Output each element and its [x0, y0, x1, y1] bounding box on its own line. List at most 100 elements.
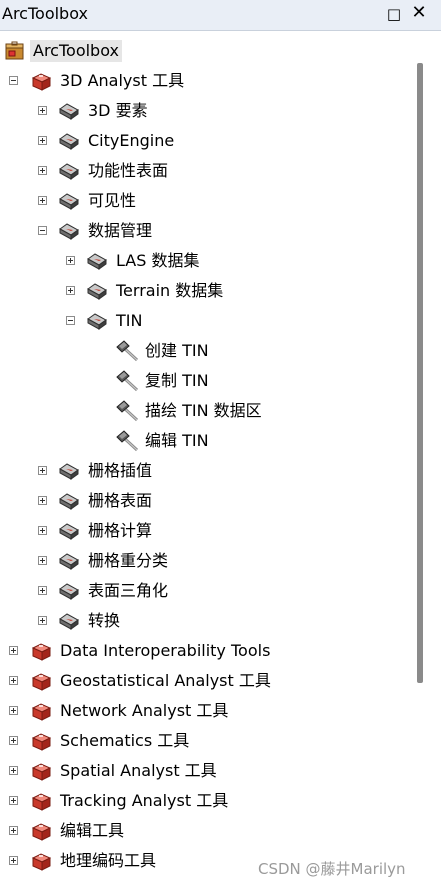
tree-item-raster-surface[interactable]: 栅格表面: [0, 487, 420, 515]
toolbox-red-icon: [30, 821, 52, 841]
tree-item-label: 创建 TIN: [145, 341, 209, 360]
hammer-icon: [115, 340, 141, 362]
toolbox-red-icon: [30, 71, 52, 91]
expand-plus-icon[interactable]: [9, 796, 18, 805]
expand-plus-icon[interactable]: [9, 706, 18, 715]
toolset-icon: [58, 101, 80, 121]
hammer-icon: [115, 370, 141, 392]
toolbox-red-icon: [30, 671, 52, 691]
tree-item-label: 可见性: [88, 191, 137, 210]
tree-item-label: 编辑 TIN: [145, 431, 209, 450]
collapse-minus-icon[interactable]: [66, 316, 75, 325]
tree-item-root[interactable]: ArcToolbox: [0, 37, 420, 65]
tree-item-label: ArcToolbox: [30, 40, 122, 62]
toolbox-root-icon: [4, 41, 26, 61]
close-button[interactable]: ✕: [410, 3, 428, 23]
expand-plus-icon[interactable]: [38, 556, 47, 565]
tree-item-label: 栅格重分类: [88, 551, 169, 570]
tree-item-tin[interactable]: TIN: [0, 307, 420, 335]
expand-plus-icon[interactable]: [9, 736, 18, 745]
tree-item-label: 转换: [88, 611, 121, 630]
tree-item-conversion[interactable]: 转换: [0, 607, 420, 635]
toolbox-red-icon: [30, 851, 52, 871]
tree-item-label: 表面三角化: [88, 581, 169, 600]
toolbox-red-icon: [30, 731, 52, 751]
tree-item-data-interoperability[interactable]: Data Interoperability Tools: [0, 637, 420, 665]
expand-plus-icon[interactable]: [38, 466, 47, 475]
tree-item-label: 功能性表面: [88, 161, 169, 180]
toolset-icon: [58, 551, 80, 571]
tree-item-label: Schematics 工具: [60, 731, 190, 750]
expand-plus-icon[interactable]: [38, 616, 47, 625]
expand-plus-icon[interactable]: [9, 646, 18, 655]
watermark: CSDN @藤井Marilyn: [258, 860, 406, 878]
expand-plus-icon[interactable]: [38, 586, 47, 595]
tree-item-terrain-dataset[interactable]: Terrain 数据集: [0, 277, 420, 305]
toolset-icon: [86, 251, 108, 271]
collapse-minus-icon[interactable]: [9, 76, 18, 85]
scrollbar-thumb[interactable]: [417, 63, 423, 683]
vertical-scrollbar[interactable]: [424, 32, 441, 889]
tree-item-3d-analyst[interactable]: 3D Analyst 工具: [0, 67, 420, 95]
tree-item-visibility[interactable]: 可见性: [0, 187, 420, 215]
tree-item-network-analyst[interactable]: Network Analyst 工具: [0, 697, 420, 725]
tree-item-surface-triangulation[interactable]: 表面三角化: [0, 577, 420, 605]
expand-plus-icon[interactable]: [38, 166, 47, 175]
expand-plus-icon[interactable]: [66, 256, 75, 265]
tree-item-geostatistical-analyst[interactable]: Geostatistical Analyst 工具: [0, 667, 420, 695]
expand-plus-icon[interactable]: [9, 826, 18, 835]
expand-plus-icon[interactable]: [38, 496, 47, 505]
tree-item-label: Spatial Analyst 工具: [60, 761, 217, 780]
tree-item-schematics[interactable]: Schematics 工具: [0, 727, 420, 755]
tree-item-label: LAS 数据集: [116, 251, 200, 270]
collapse-minus-icon[interactable]: [38, 226, 47, 235]
tree-item-3d-features[interactable]: 3D 要素: [0, 97, 420, 125]
expand-plus-icon[interactable]: [38, 196, 47, 205]
expand-plus-icon[interactable]: [38, 106, 47, 115]
toolset-icon: [58, 461, 80, 481]
tree-item-cityengine[interactable]: CityEngine: [0, 127, 420, 155]
tree-item-delineate-tin-data-area[interactable]: 描绘 TIN 数据区: [0, 397, 420, 425]
toolbox-red-icon: [30, 701, 52, 721]
tree-item-raster-interpolation[interactable]: 栅格插值: [0, 457, 420, 485]
toolset-icon: [86, 311, 108, 331]
expand-plus-icon[interactable]: [9, 856, 18, 865]
toolbox-tree: ArcToolbox 3D Analyst 工具 3D 要素 CityEngine 功能…: [0, 32, 424, 889]
tree-item-label: 地理编码工具: [60, 851, 157, 870]
tree-item-create-tin[interactable]: 创建 TIN: [0, 337, 420, 365]
toolset-icon: [58, 491, 80, 511]
toolset-icon: [58, 221, 80, 241]
tree-item-data-management[interactable]: 数据管理: [0, 217, 420, 245]
tree-item-label: 3D 要素: [88, 101, 148, 120]
tree-item-raster-reclass[interactable]: 栅格重分类: [0, 547, 420, 575]
tree-item-label: Tracking Analyst 工具: [60, 791, 229, 810]
tree-item-label: 数据管理: [88, 221, 153, 240]
tree-item-label: 栅格插值: [88, 461, 153, 480]
tree-item-label: 复制 TIN: [145, 371, 209, 390]
expand-plus-icon[interactable]: [9, 766, 18, 775]
tree-item-editing-tools[interactable]: 编辑工具: [0, 817, 420, 845]
tree-item-label: 栅格计算: [88, 521, 153, 540]
tree-item-copy-tin[interactable]: 复制 TIN: [0, 367, 420, 395]
expand-plus-icon[interactable]: [38, 526, 47, 535]
toolbox-red-icon: [30, 761, 52, 781]
toolset-icon: [86, 281, 108, 301]
expand-plus-icon[interactable]: [66, 286, 75, 295]
tree-item-raster-math[interactable]: 栅格计算: [0, 517, 420, 545]
tree-item-edit-tin[interactable]: 编辑 TIN: [0, 427, 420, 455]
panel-title: ArcToolbox: [2, 4, 88, 23]
tree-item-label: Data Interoperability Tools: [60, 641, 271, 660]
tree-item-spatial-analyst[interactable]: Spatial Analyst 工具: [0, 757, 420, 785]
tree-item-functional-surface[interactable]: 功能性表面: [0, 157, 420, 185]
tree-item-las-dataset[interactable]: LAS 数据集: [0, 247, 420, 275]
tree-item-label: Network Analyst 工具: [60, 701, 229, 720]
toolbox-red-icon: [30, 791, 52, 811]
tree-item-label: Terrain 数据集: [116, 281, 224, 300]
toolset-icon: [58, 611, 80, 631]
float-window-button[interactable]: □: [386, 5, 402, 23]
expand-plus-icon[interactable]: [38, 136, 47, 145]
toolset-icon: [58, 521, 80, 541]
tree-item-tracking-analyst[interactable]: Tracking Analyst 工具: [0, 787, 420, 815]
expand-plus-icon[interactable]: [9, 676, 18, 685]
tree-item-label: 3D Analyst 工具: [60, 71, 185, 90]
